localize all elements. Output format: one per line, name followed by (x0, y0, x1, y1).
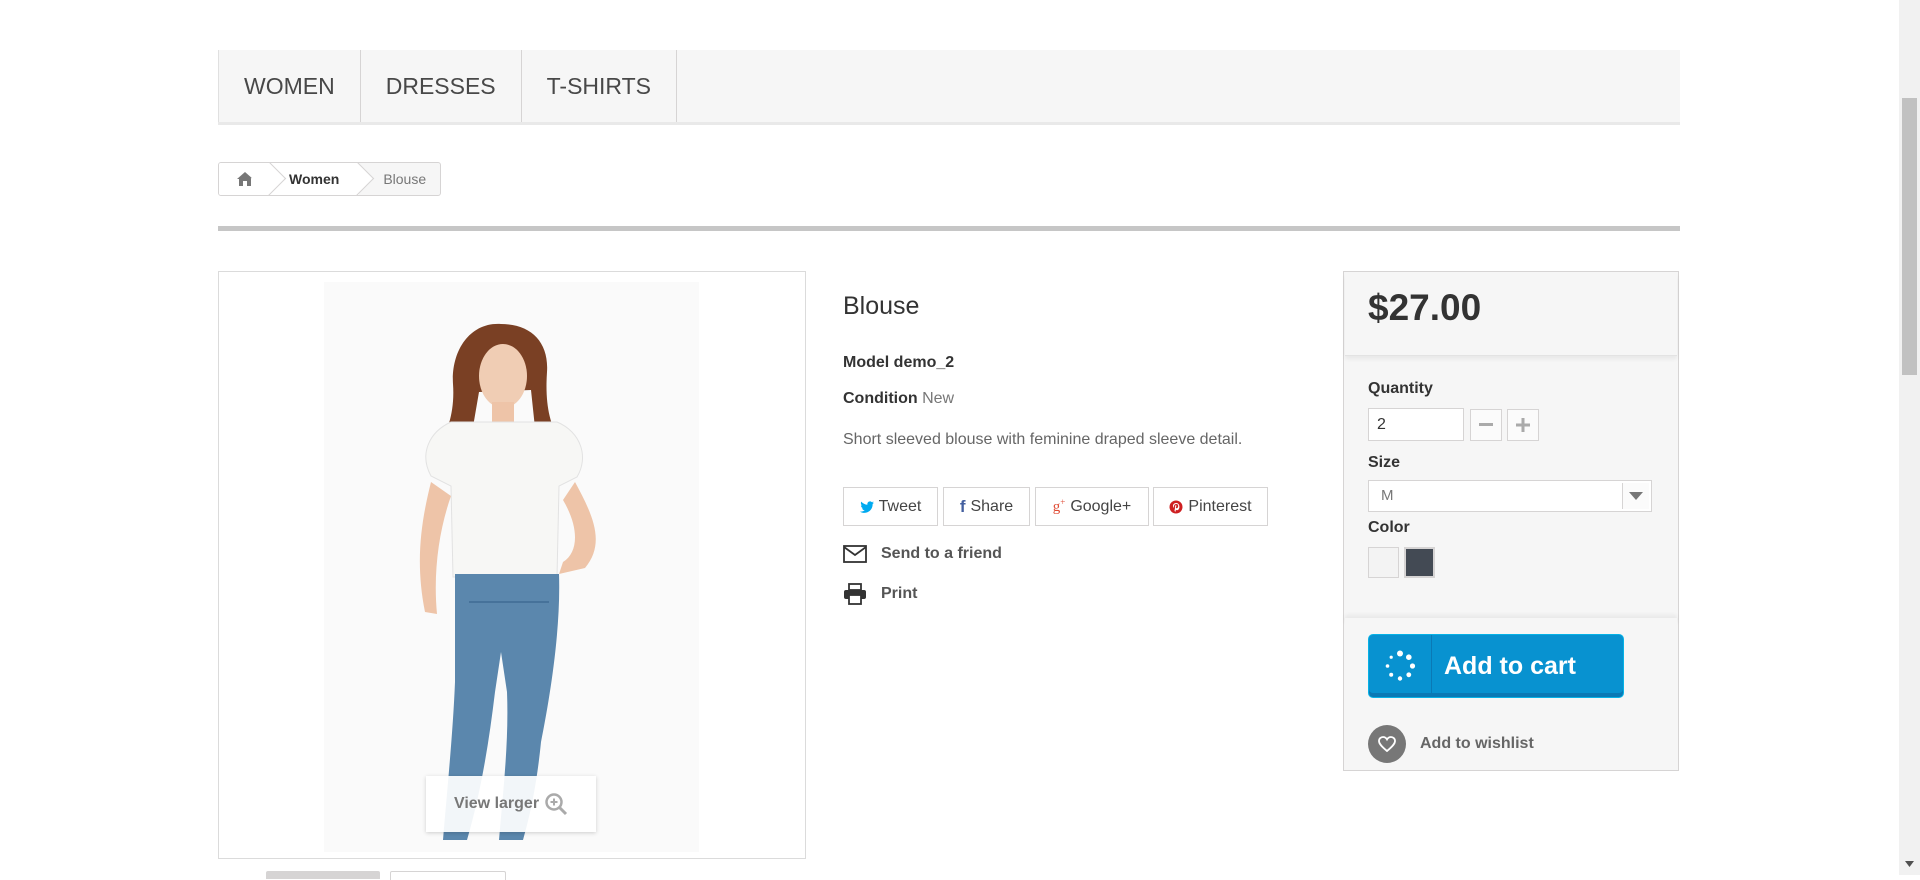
tweet-button[interactable]: Tweet (843, 487, 938, 526)
share-label: Share (970, 497, 1014, 515)
condition-value: New (922, 390, 955, 407)
quantity-increase-button[interactable] (1507, 409, 1539, 441)
product-title: Blouse (843, 292, 920, 320)
add-to-cart-button[interactable]: Add to cart (1368, 634, 1624, 698)
print-label: Print (881, 585, 918, 602)
product-image[interactable] (218, 271, 806, 859)
product-condition: Condition New (843, 390, 954, 408)
thumbnail-2[interactable] (390, 871, 506, 880)
pinterest-button[interactable]: Pinterest (1153, 487, 1268, 526)
menu-item-dresses[interactable]: DRESSES (361, 50, 522, 122)
quantity-label: Quantity (1368, 380, 1433, 397)
zoom-in-icon (545, 793, 568, 816)
product-photo (219, 272, 805, 858)
loading-spinner-icon (1369, 635, 1432, 697)
model-value: demo_2 (893, 354, 955, 371)
options-separator (1345, 618, 1677, 626)
condition-label: Condition (843, 390, 918, 407)
product-description: Short sleeved blouse with feminine drape… (843, 431, 1243, 448)
product-model: Model demo_2 (843, 354, 954, 372)
size-select[interactable]: M (1368, 480, 1652, 512)
send-to-friend-link[interactable]: Send to a friend (843, 545, 1002, 563)
envelope-icon (843, 545, 867, 563)
tweet-label: Tweet (878, 497, 922, 515)
facebook-share-button[interactable]: f Share (943, 487, 1030, 526)
view-larger-button[interactable]: View larger (426, 776, 596, 832)
facebook-icon: f (959, 496, 966, 516)
google-plus-icon: g+ (1052, 497, 1066, 515)
plus-icon (1516, 418, 1530, 432)
top-menu: WOMEN DRESSES T-SHIRTS (218, 50, 1680, 125)
printer-icon (844, 583, 866, 605)
color-label: Color (1368, 519, 1410, 536)
add-to-wishlist-link[interactable]: Add to wishlist (1368, 725, 1534, 763)
scrollbar-thumb[interactable] (1902, 98, 1917, 375)
view-larger-label: View larger (453, 795, 540, 812)
heart-icon (1368, 725, 1406, 763)
product-price: $27.00 (1368, 287, 1482, 328)
color-swatch-dark[interactable] (1404, 547, 1435, 578)
color-swatch-white[interactable] (1368, 547, 1399, 578)
thumbnail-1[interactable] (266, 871, 380, 879)
pinterest-label: Pinterest (1188, 497, 1252, 515)
print-link[interactable]: Print (843, 583, 917, 605)
pinterest-icon (1169, 500, 1183, 513)
minus-icon (1479, 423, 1493, 426)
breadcrumb-home[interactable] (219, 163, 287, 195)
quantity-input[interactable]: 2 (1368, 408, 1464, 441)
section-divider (218, 226, 1680, 231)
google-label: Google+ (1070, 497, 1132, 515)
breadcrumb-label: Women (289, 171, 340, 187)
twitter-icon (859, 500, 874, 513)
scroll-down-arrow-icon[interactable] (1903, 858, 1916, 870)
quantity-decrease-button[interactable] (1470, 409, 1502, 441)
add-to-wishlist-label: Add to wishlist (1420, 735, 1534, 752)
google-plus-button[interactable]: g+ Google+ (1035, 487, 1149, 526)
breadcrumb: Women Blouse (218, 162, 442, 196)
add-to-cart-label: Add to cart (1444, 651, 1576, 680)
menu-item-tshirts[interactable]: T-SHIRTS (522, 50, 678, 122)
menu-item-women[interactable]: WOMEN (218, 50, 361, 122)
size-label: Size (1368, 454, 1401, 471)
chevron-down-icon (1622, 483, 1649, 509)
model-label: Model (843, 354, 890, 371)
size-selected-value: M (1381, 487, 1394, 504)
send-to-friend-label: Send to a friend (881, 545, 1002, 562)
